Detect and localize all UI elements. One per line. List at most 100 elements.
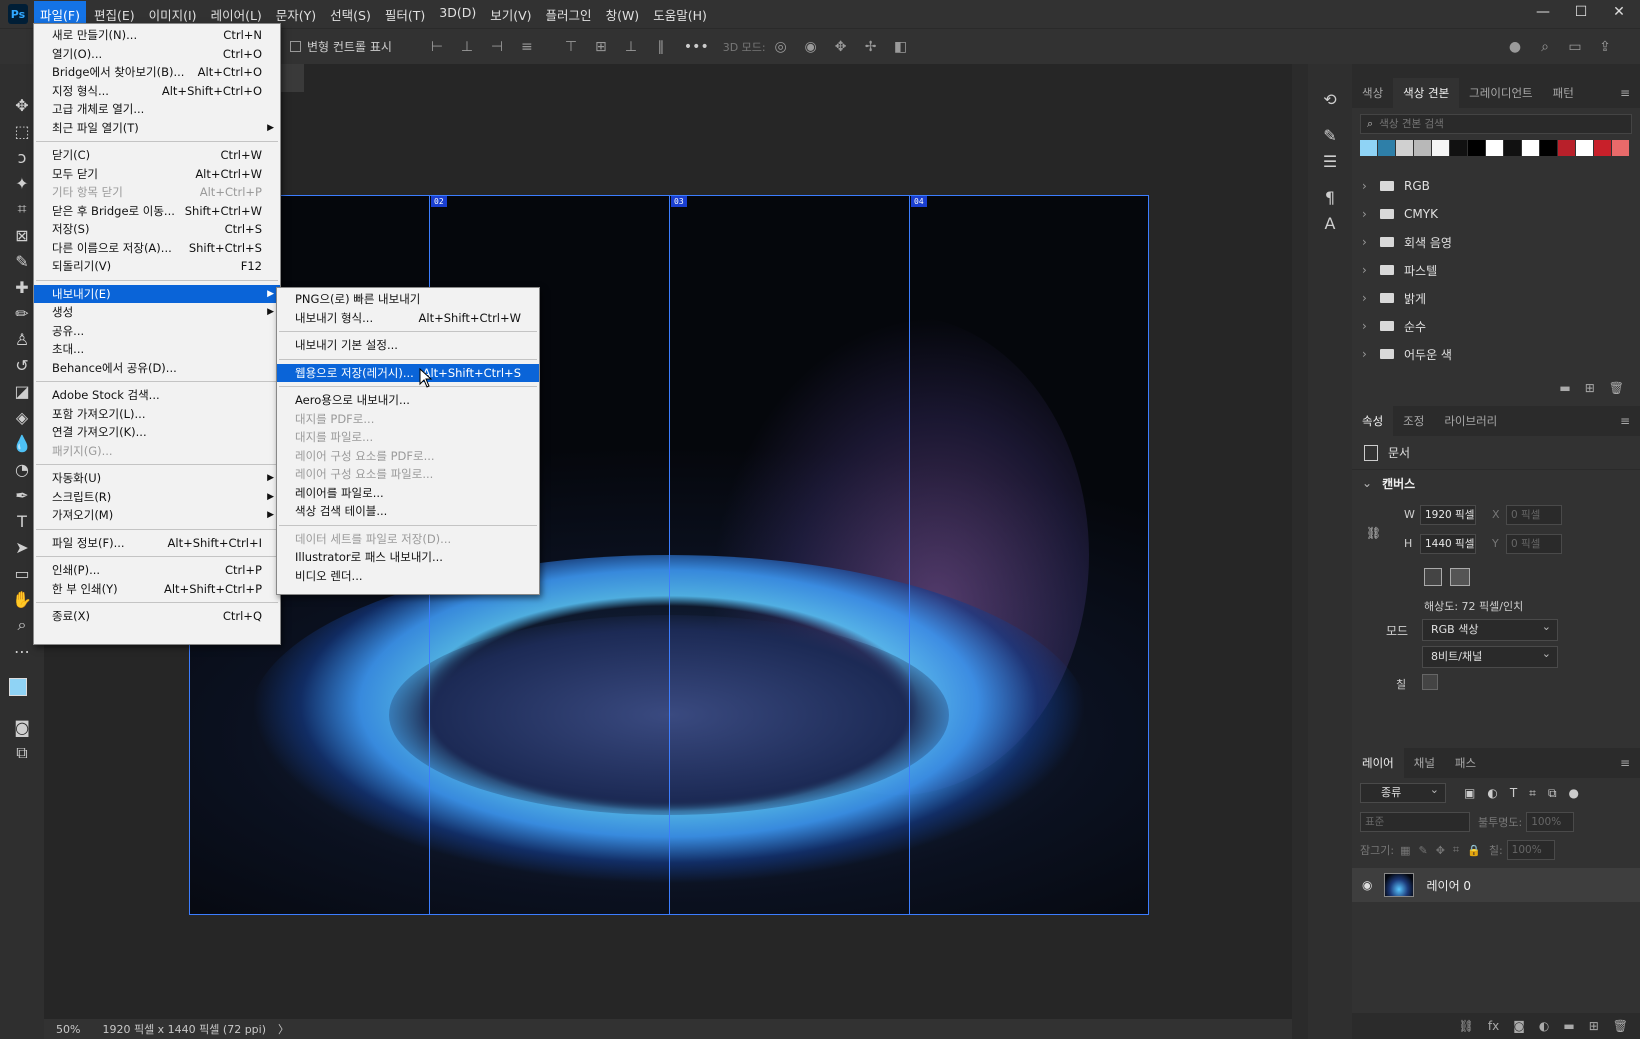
brush-settings-icon[interactable]: ✎ <box>1315 122 1345 148</box>
file_menu-item[interactable]: 저장(S) Ctrl+S <box>34 220 280 239</box>
3d-roll-icon[interactable]: ◉ <box>802 38 820 56</box>
slice-label[interactable]: 02 <box>431 196 447 207</box>
workspace-icon[interactable]: ▭ <box>1566 38 1584 56</box>
swatch-group[interactable]: › RGB <box>1352 172 1640 200</box>
align-top-icon[interactable]: ⊤ <box>562 38 580 56</box>
distribute-icon[interactable]: ≡ <box>518 38 536 56</box>
filter-toggle-icon[interactable]: ● <box>1569 786 1579 800</box>
blend-mode-select[interactable]: 표준 <box>1360 812 1470 832</box>
close-button[interactable]: ✕ <box>1600 0 1638 24</box>
export_menu-item[interactable]: 비디오 렌더... <box>277 567 539 586</box>
share-icon[interactable]: ⇪ <box>1596 38 1614 56</box>
color-swatch[interactable] <box>1432 140 1449 156</box>
3d-camera-icon[interactable]: ◧ <box>892 38 910 56</box>
color-swatch[interactable] <box>1540 140 1557 156</box>
file_menu-item[interactable]: 다른 이름으로 저장(A)... Shift+Ctrl+S <box>34 239 280 258</box>
distribute-vertical-icon[interactable]: ∥ <box>652 38 670 56</box>
export_menu-item[interactable]: Illustrator로 패스 내보내기... <box>277 548 539 567</box>
add-mask-icon[interactable]: ◙ <box>1513 1019 1525 1033</box>
align-bottom-icon[interactable]: ⊥ <box>622 38 640 56</box>
quick-mask-icon[interactable]: ◙ <box>7 714 37 740</box>
file_menu-item[interactable]: 연결 가져오기(K)... <box>34 423 280 442</box>
width-field[interactable]: 1920 픽셀 <box>1420 505 1476 525</box>
lock-image-icon[interactable]: ✎ <box>1418 844 1427 857</box>
fill-color-swatch[interactable] <box>1422 674 1438 690</box>
file_menu-item[interactable]: 인쇄(P)... Ctrl+P <box>34 561 280 580</box>
screen-mode-icon[interactable]: ⧉ <box>7 740 37 766</box>
tab-layers_panel-0[interactable]: 레이어 <box>1352 748 1404 778</box>
panel-menu-icon[interactable]: ≡ <box>1620 86 1630 100</box>
shape-filter-icon[interactable]: ⌗ <box>1529 786 1536 801</box>
minimize-button[interactable]: — <box>1524 0 1562 24</box>
align-center-icon[interactable]: ⊥ <box>458 38 476 56</box>
chevron-right-icon[interactable]: › <box>1362 347 1376 361</box>
new-group-icon[interactable]: ▬ <box>1559 381 1570 395</box>
maximize-button[interactable]: ☐ <box>1562 0 1600 24</box>
slice-label[interactable]: 03 <box>671 196 687 207</box>
file_menu-item[interactable]: 자동화(U) ▶ <box>34 469 280 488</box>
file_menu-item[interactable]: 종료(X) Ctrl+Q <box>34 607 280 626</box>
color-swatch[interactable] <box>1558 140 1575 156</box>
more-options-button[interactable]: ••• <box>684 39 709 55</box>
new-adjustment-icon[interactable]: ◐ <box>1539 1019 1549 1033</box>
color-swatch[interactable] <box>1378 140 1395 156</box>
learn-icon[interactable]: ● <box>1506 38 1524 56</box>
file_menu-item[interactable]: 파일 정보(F)... Alt+Shift+Ctrl+I <box>34 534 280 553</box>
menu-6[interactable]: 필터(T) <box>379 1 431 28</box>
adjust-sliders-icon[interactable]: ☰ <box>1315 148 1345 174</box>
export_menu-item[interactable]: 웹용으로 저장(레거시)... Alt+Shift+Ctrl+S <box>277 363 539 382</box>
file_menu-item[interactable]: 포함 가져오기(L)... <box>34 405 280 424</box>
y-field[interactable]: 0 픽셀 <box>1506 534 1562 554</box>
file_menu-item[interactable]: 내보내기(E) ▶ <box>34 284 280 303</box>
menu-11[interactable]: 도움말(H) <box>647 1 713 28</box>
file_menu-item[interactable]: 닫은 후 Bridge로 이동... Shift+Ctrl+W <box>34 202 280 221</box>
color-swatch[interactable] <box>1414 140 1431 156</box>
tab-layers_panel-1[interactable]: 채널 <box>1404 748 1445 778</box>
opacity-field[interactable]: 100% <box>1526 812 1575 832</box>
swatch-group[interactable]: › 파스텔 <box>1352 256 1640 284</box>
export_menu-item[interactable]: 내보내기 형식... Alt+Shift+Ctrl+W <box>277 309 539 328</box>
panel-menu-icon[interactable]: ≡ <box>1620 756 1630 770</box>
new-layer-icon[interactable]: ⊞ <box>1589 1019 1599 1033</box>
menu-9[interactable]: 플러그인 <box>540 1 598 28</box>
lock-transparent-icon[interactable]: ▦ <box>1400 844 1410 857</box>
menu-7[interactable]: 3D(D) <box>433 1 482 28</box>
align-left-icon[interactable]: ⊢ <box>428 38 446 56</box>
tab-swatches_panel-3[interactable]: 패턴 <box>1543 78 1584 108</box>
chevron-down-icon[interactable]: ⌄ <box>1362 476 1372 490</box>
delete-layer-icon[interactable]: 🗑 <box>1613 1019 1628 1033</box>
file_menu-item[interactable]: 지정 형식... Alt+Shift+Ctrl+O <box>34 82 280 101</box>
swatch-group[interactable]: › 회색 음영 <box>1352 228 1640 256</box>
3d-slide-icon[interactable]: ✢ <box>862 38 880 56</box>
color-swatch[interactable] <box>1504 140 1521 156</box>
status-arrow[interactable]: 〉 <box>278 1021 289 1037</box>
file_menu-item[interactable]: Behance에서 공유(D)... <box>34 359 280 378</box>
file_menu-item[interactable]: 새로 만들기(N)... Ctrl+N <box>34 26 280 45</box>
lock-artboard-icon[interactable]: ⌗ <box>1453 843 1459 857</box>
3d-pan-icon[interactable]: ✥ <box>832 38 850 56</box>
layer-name[interactable]: 레이어 0 <box>1426 877 1471 894</box>
panel-menu-icon[interactable]: ≡ <box>1620 414 1630 428</box>
chevron-right-icon[interactable]: › <box>1362 235 1376 249</box>
color-mode-select[interactable]: RGB 색상 <box>1422 617 1558 641</box>
bit-depth-select[interactable]: 8비트/채널 <box>1422 644 1558 668</box>
align-middle-icon[interactable]: ⊞ <box>592 38 610 56</box>
export_menu-item[interactable]: 레이어를 파일로... <box>277 484 539 503</box>
color-swatch[interactable] <box>1360 140 1377 156</box>
swatch-group[interactable]: › 어두운 색 <box>1352 340 1640 368</box>
export_menu-item[interactable]: PNG으(로) 빠른 내보내기 <box>277 290 539 309</box>
tab-swatches_panel-1[interactable]: 색상 견본 <box>1393 78 1460 108</box>
transform-controls-checkbox[interactable] <box>290 41 301 52</box>
new-swatch-icon[interactable]: ⊞ <box>1585 381 1595 395</box>
tab-layers_panel-2[interactable]: 패스 <box>1445 748 1486 778</box>
tab-properties_panel-2[interactable]: 라이브러리 <box>1434 406 1507 436</box>
file_menu-item[interactable]: 공유... <box>34 322 280 341</box>
swatch-group[interactable]: › CMYK <box>1352 200 1640 228</box>
foreground-color-swatch[interactable] <box>9 678 27 696</box>
chevron-right-icon[interactable]: › <box>1362 207 1376 221</box>
chevron-right-icon[interactable]: › <box>1362 263 1376 277</box>
file_menu-item[interactable]: 닫기(C) Ctrl+W <box>34 146 280 165</box>
chevron-right-icon[interactable]: › <box>1362 291 1376 305</box>
swatch-search-input[interactable] <box>1379 118 1600 130</box>
pixel-filter-icon[interactable]: ▣ <box>1464 786 1475 800</box>
